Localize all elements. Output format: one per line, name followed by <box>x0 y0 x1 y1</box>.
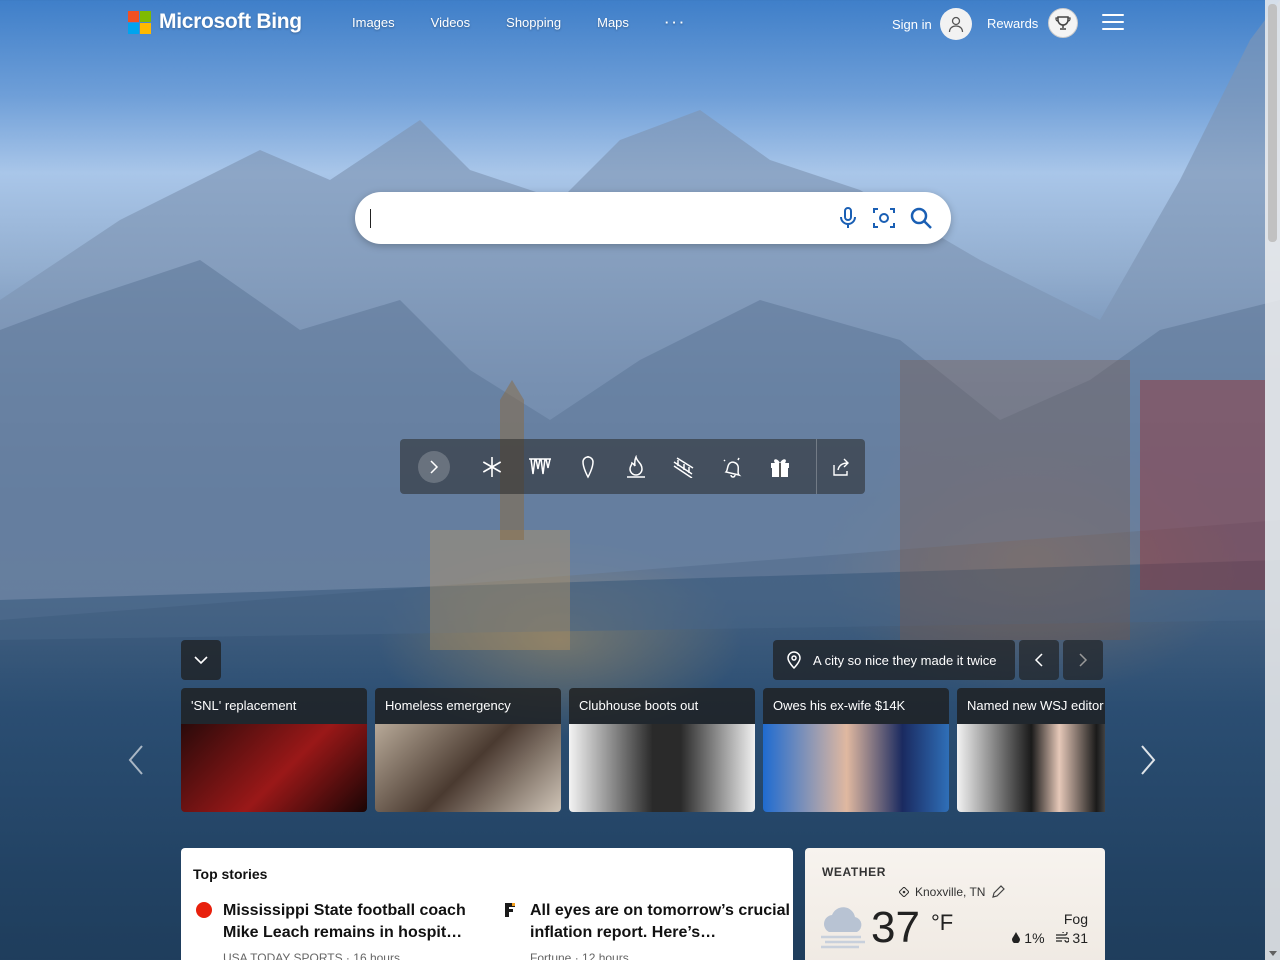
raindrop-icon <box>1012 932 1021 944</box>
user-avatar-icon <box>939 8 972 40</box>
bing-logo[interactable]: Microsoft Bing <box>128 10 302 34</box>
weather-temperature: 37 <box>871 903 920 952</box>
weather-title: WEATHER <box>822 865 886 879</box>
story-meta: USA TODAY SPORTS · 16 hours <box>223 951 400 960</box>
fortune-source-icon <box>505 903 515 917</box>
news-card-image <box>569 724 755 812</box>
news-card-caption: Named new WSJ editor <box>957 688 1105 724</box>
page-scrollbar[interactable] <box>1265 0 1280 960</box>
weather-stats: 1% 31 <box>1012 930 1088 946</box>
news-card[interactable]: 'SNL' replacement <box>181 688 367 812</box>
text-cursor <box>370 209 371 228</box>
usa-today-source-icon <box>196 902 212 918</box>
rewards-label: Rewards <box>987 15 1039 31</box>
rewards-button[interactable]: Rewards <box>987 8 1079 38</box>
news-card[interactable]: Owes his ex-wife $14K <box>763 688 949 812</box>
nav-videos[interactable]: Videos <box>431 15 471 30</box>
main-nav: Images Videos Shopping Maps ··· <box>352 15 723 30</box>
news-card-caption: 'SNL' replacement <box>181 688 367 724</box>
fire-icon[interactable] <box>623 454 649 480</box>
news-card-image <box>181 724 367 812</box>
news-card[interactable]: Named new WSJ editor <box>957 688 1105 812</box>
weather-card[interactable]: WEATHER Knoxville, TN 37 °F Fog 1% 31 <box>805 848 1105 960</box>
wind-stat: 31 <box>1055 930 1088 946</box>
wind-icon <box>1055 930 1070 943</box>
microphone-icon[interactable] <box>835 205 861 231</box>
microsoft-logo-icon <box>128 10 151 34</box>
location-icon <box>899 887 909 897</box>
news-card-caption: Owes his ex-wife $14K <box>763 688 949 724</box>
location-pin-icon <box>787 651 801 672</box>
rewards-trophy-icon <box>1048 8 1079 38</box>
nav-maps[interactable]: Maps <box>597 15 629 30</box>
story-meta: Fortune · 12 hours <box>530 951 629 960</box>
news-card[interactable]: Homeless emergency <box>375 688 561 812</box>
news-card-caption: Homeless emergency <box>375 688 561 724</box>
top-stories-card: Top stories Mississippi State football c… <box>181 848 793 960</box>
news-next-arrow-icon[interactable] <box>1138 744 1158 776</box>
scroll-down-arrow[interactable] <box>1269 951 1277 956</box>
news-card-caption: Clubhouse boots out <box>569 688 755 724</box>
weather-location-label: Knoxville, TN <box>915 885 986 899</box>
story-headline[interactable]: All eyes are on tomorrow’s crucial infla… <box>530 900 790 944</box>
search-icon[interactable] <box>908 205 934 231</box>
hamburger-menu-icon[interactable] <box>1102 14 1124 30</box>
visual-search-icon[interactable] <box>871 205 897 231</box>
next-image-button[interactable] <box>1063 640 1103 680</box>
sign-in-button[interactable]: Sign in <box>892 8 972 40</box>
daily-toolbar <box>400 439 865 494</box>
snowflake-icon[interactable] <box>479 454 505 480</box>
story-headline[interactable]: Mississippi State football coach Mike Le… <box>223 900 483 944</box>
trending-news-carousel: 'SNL' replacement Homeless emergency Clu… <box>181 688 1105 812</box>
scrollbar-thumb[interactable] <box>1268 4 1277 242</box>
wind-value: 31 <box>1072 930 1088 946</box>
search-input[interactable] <box>371 204 821 232</box>
precipitation-stat: 1% <box>1012 930 1045 946</box>
sign-in-label: Sign in <box>892 16 932 32</box>
weather-location[interactable]: Knoxville, TN <box>899 885 1006 899</box>
nav-shopping[interactable]: Shopping <box>506 15 561 30</box>
news-prev-arrow-icon[interactable] <box>126 744 146 776</box>
news-card-image <box>763 724 949 812</box>
share-icon[interactable] <box>828 454 854 480</box>
nav-more-button[interactable]: ··· <box>665 15 687 30</box>
gift-icon[interactable] <box>767 454 793 480</box>
precipitation-value: 1% <box>1024 930 1045 946</box>
bell-icon[interactable] <box>719 454 745 480</box>
icicles-icon[interactable] <box>527 454 553 480</box>
image-caption: A city so nice they made it twice <box>813 652 997 668</box>
carrot-icon[interactable] <box>575 454 601 480</box>
brand-name: Microsoft Bing <box>159 10 302 33</box>
weather-unit[interactable]: °F <box>931 910 953 936</box>
news-card[interactable]: Clubhouse boots out <box>569 688 755 812</box>
news-card-image <box>957 724 1105 812</box>
edit-pencil-icon[interactable] <box>991 885 1006 899</box>
collapse-feed-button[interactable] <box>181 640 221 680</box>
toolbar-expand-button[interactable] <box>418 451 450 483</box>
image-of-the-day-info[interactable]: A city so nice they made it twice <box>773 640 1015 680</box>
nav-images[interactable]: Images <box>352 15 395 30</box>
weather-condition: Fog <box>1063 911 1088 927</box>
fog-cloud-icon <box>821 907 865 949</box>
news-card-image <box>375 724 561 812</box>
top-header: Microsoft Bing Images Videos Shopping Ma… <box>0 0 1265 46</box>
search-box[interactable] <box>355 192 951 244</box>
top-stories-title: Top stories <box>193 866 268 882</box>
toolbar-divider <box>816 439 817 494</box>
sled-icon[interactable] <box>671 454 697 480</box>
previous-image-button[interactable] <box>1019 640 1059 680</box>
